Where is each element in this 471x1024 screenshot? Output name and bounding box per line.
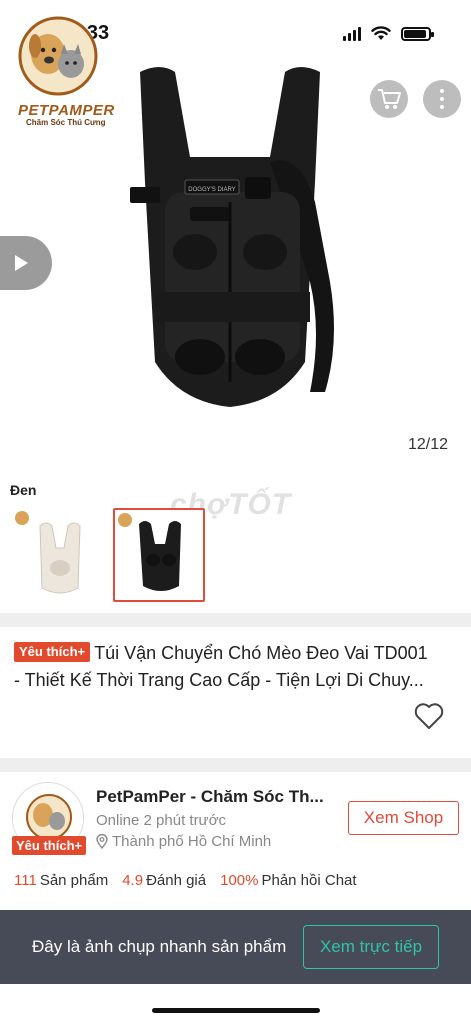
variant-label: Đen [10, 482, 37, 498]
product-page: 22:33 PETPAMPER [0, 0, 471, 1024]
shop-favorite-badge: Yêu thích+ [12, 836, 87, 855]
shop-location-text: Thành phố Hồ Chí Minh [112, 833, 272, 850]
play-video-button[interactable] [0, 236, 52, 290]
snapshot-bar: Đây là ảnh chụp nhanh sản phẩm Xem trực … [0, 910, 471, 984]
stat-rating: 4.9 Đánh giá [122, 872, 207, 889]
more-vertical-icon [440, 89, 444, 109]
variant-thumbnail-black[interactable] [113, 508, 205, 602]
shop-location: Thành phố Hồ Chí Minh [96, 833, 271, 850]
battery-icon [401, 26, 434, 41]
cart-icon [378, 89, 401, 109]
product-title-line-2: - Thiết Kế Thời Trang Cao Cấp - Tiện Lợi… [14, 670, 424, 690]
stat-products: 111 Sản phẩm [14, 872, 109, 889]
home-indicator[interactable] [152, 1008, 320, 1013]
brand-logo: PETPAMPER Chăm Sóc Thú Cưng [8, 14, 114, 127]
section-divider [0, 613, 471, 627]
heart-icon[interactable] [414, 702, 444, 730]
status-icons [343, 26, 434, 41]
stat-chat-response: 100% Phản hồi Chat [220, 872, 357, 889]
product-title-line-1: Túi Vận Chuyển Chó Mèo Đeo Vai TD001 [94, 643, 428, 663]
play-icon [15, 255, 28, 271]
cart-button[interactable] [370, 80, 408, 118]
variant-thumbnail-white[interactable] [12, 508, 104, 602]
more-options-button[interactable] [423, 80, 461, 118]
shop-stats: 111 Sản phẩm 4.9 Đánh giá 100% Phản hồi Cha… [14, 872, 357, 889]
location-pin-icon [96, 834, 108, 849]
section-divider [0, 758, 471, 772]
favorite-badge: Yêu thích+ [14, 642, 91, 662]
image-counter: 12/12 [408, 436, 449, 453]
view-live-button[interactable]: Xem trực tiếp [303, 925, 439, 969]
view-shop-button[interactable]: Xem Shop [348, 801, 459, 835]
product-image[interactable]: DOGGY'S DIARY [100, 62, 360, 422]
shop-name[interactable]: PetPamPer - Chăm Sóc Th... [96, 787, 336, 807]
product-title: Yêu thích+ Túi Vận Chuyển Chó Mèo Đeo Vai… [14, 640, 459, 694]
backpack-tag: DOGGY'S DIARY [188, 187, 235, 193]
signal-icon [343, 26, 361, 41]
logo-tagline: Chăm Sóc Thú Cưng [26, 118, 106, 127]
wifi-icon [371, 26, 391, 40]
shop-online-status: Online 2 phút trước [96, 812, 226, 829]
snapshot-notice: Đây là ảnh chụp nhanh sản phẩm [32, 937, 287, 956]
